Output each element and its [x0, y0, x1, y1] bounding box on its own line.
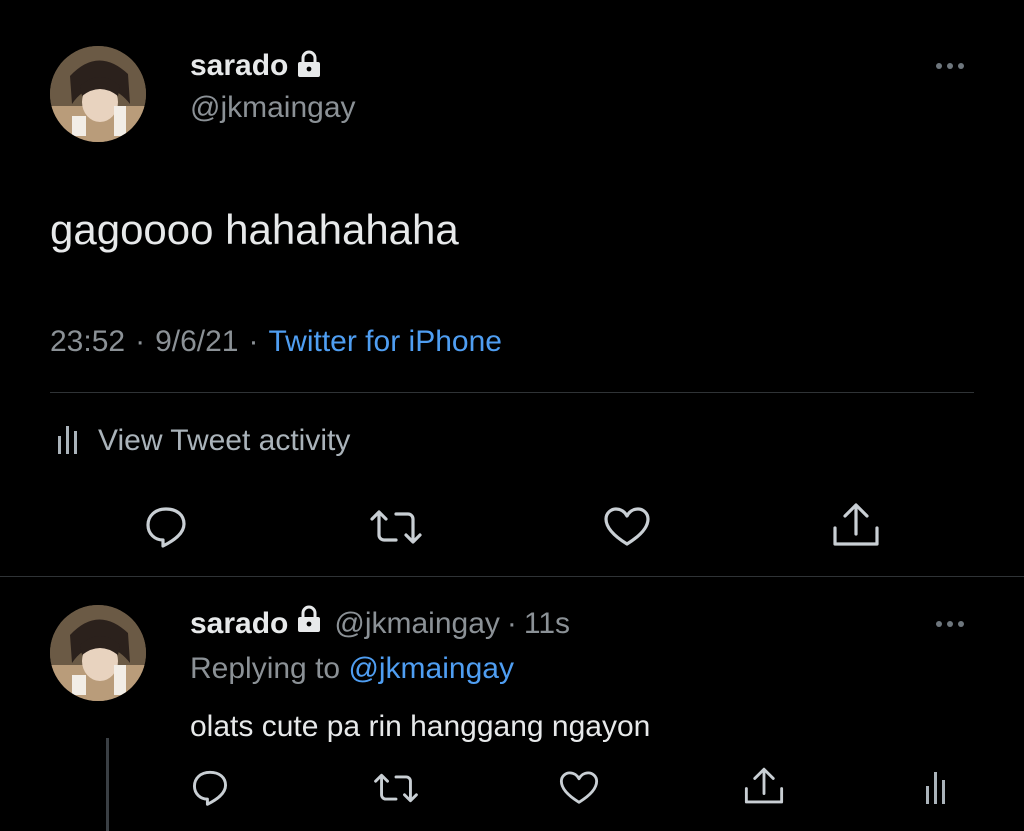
display-name[interactable]: sarado	[190, 48, 288, 84]
like-icon	[559, 771, 599, 804]
retweet-button[interactable]	[368, 507, 424, 547]
avatar[interactable]	[50, 46, 146, 142]
reply-handle[interactable]: @jkmaingay	[334, 606, 500, 642]
reply-button[interactable]	[143, 504, 189, 548]
reply-avatar[interactable]	[50, 605, 146, 701]
activity-icon	[926, 772, 945, 804]
share-button[interactable]	[831, 502, 881, 548]
replying-to-link[interactable]: @jkmaingay	[348, 652, 514, 685]
reply-like-button[interactable]	[558, 770, 600, 806]
lock-icon	[296, 605, 322, 642]
thread-line	[106, 738, 109, 831]
lock-icon	[296, 50, 322, 83]
author-name-row: sarado	[190, 48, 322, 84]
reply-activity-button[interactable]	[924, 768, 948, 806]
tweet-text: gagoooo hahahahaha	[50, 206, 459, 253]
replying-to-line: Replying to @jkmaingay	[190, 651, 514, 687]
divider	[0, 576, 1024, 577]
like-icon	[604, 507, 650, 546]
divider	[50, 392, 974, 393]
like-button[interactable]	[602, 506, 652, 548]
meta-separator: ·	[135, 325, 146, 358]
reply-icon	[192, 770, 228, 806]
reply-reply-button[interactable]	[190, 768, 230, 806]
tweet-source-link[interactable]: Twitter for iPhone	[269, 325, 502, 359]
author-handle[interactable]: @jkmaingay	[190, 90, 356, 126]
reply-icon	[146, 507, 186, 548]
retweet-icon	[374, 773, 418, 803]
meta-separator: ·	[248, 325, 259, 358]
more-icon[interactable]	[936, 63, 964, 69]
replying-to-label: Replying to	[190, 652, 341, 685]
share-icon	[833, 503, 879, 546]
tweet-time: 23:52	[50, 325, 126, 358]
reply-share-button[interactable]	[743, 766, 785, 806]
share-icon	[744, 767, 784, 804]
reply-retweet-button[interactable]	[372, 771, 420, 805]
reply-display-name[interactable]: sarado	[190, 606, 288, 642]
retweet-icon	[370, 510, 422, 544]
reply-age: 11s	[523, 606, 571, 640]
tweet-date: 9/6/21	[155, 325, 239, 358]
tweet-meta: 23:52 · 9/6/21 · Twitter for iPhone	[50, 325, 502, 359]
view-tweet-activity-button[interactable]: View Tweet activity	[56, 420, 350, 462]
reply-text: olats cute pa rin hanggang ngayon	[190, 710, 651, 743]
reply-author-row: sarado @jkmaingay · 11s	[190, 605, 570, 642]
activity-icon	[56, 420, 80, 462]
activity-label: View Tweet activity	[98, 424, 351, 457]
meta-separator: ·	[506, 606, 517, 640]
reply-more-icon[interactable]	[936, 621, 964, 627]
